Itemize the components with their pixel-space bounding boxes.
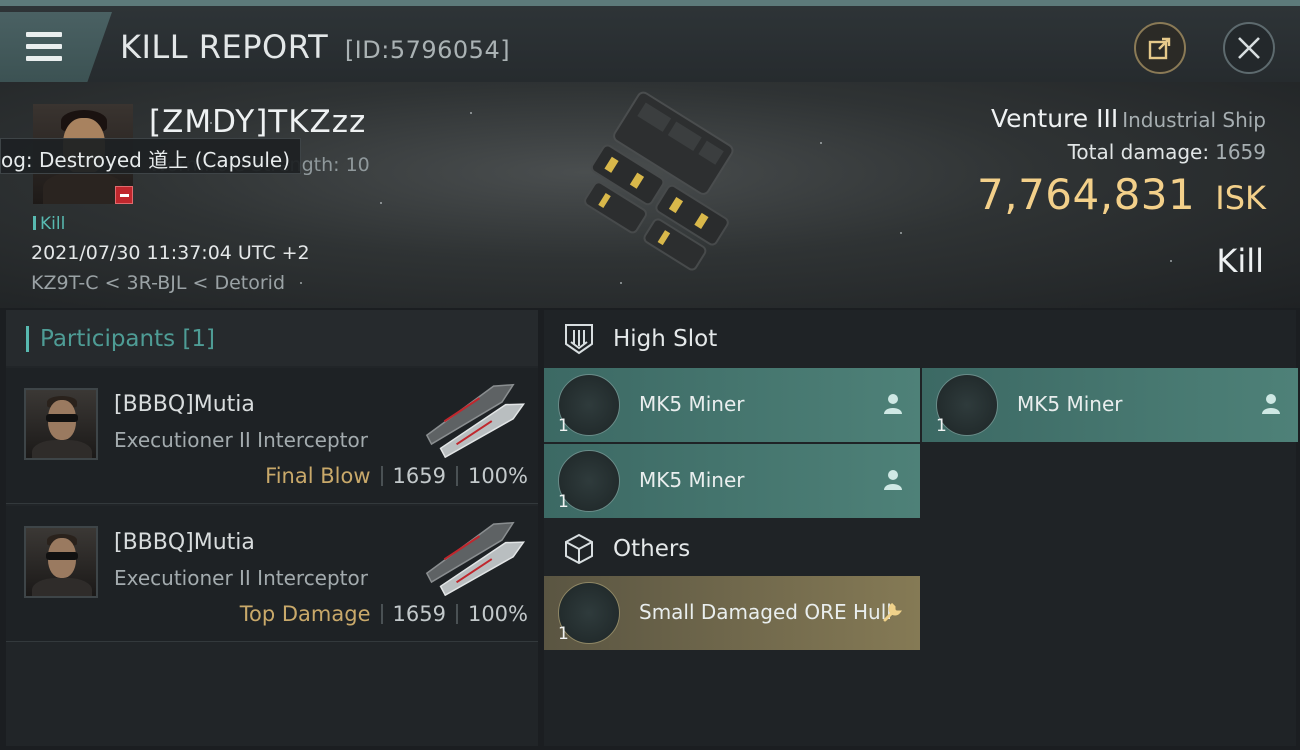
item-name: MK5 Miner: [639, 392, 745, 416]
participant-ship: Executioner II Interceptor: [114, 428, 368, 452]
item-quantity: 1: [558, 492, 569, 512]
venture-ship-image: [584, 91, 734, 271]
item-name: MK5 Miner: [1017, 392, 1123, 416]
participant-percent: 100%: [467, 602, 528, 626]
others-header: Others: [544, 520, 1296, 576]
high-slot-icon: [565, 324, 593, 355]
victim-ship-name[interactable]: Venture III Industrial Ship: [991, 104, 1266, 133]
standing-badge-icon: [115, 186, 133, 204]
participant-name[interactable]: [BBBQ]Mutia: [114, 530, 255, 555]
slot-item[interactable]: 1 MK5 Miner: [922, 368, 1298, 442]
item-quantity: 1: [558, 416, 569, 436]
close-icon: [1238, 37, 1260, 59]
header-bar: KILL REPORT [ID:5796054]: [0, 0, 1300, 82]
item-quantity: 1: [558, 624, 569, 644]
item-name: MK5 Miner: [639, 468, 745, 492]
ship-class: Industrial Ship: [1122, 108, 1266, 132]
isk-value-row: 7,764,831 ISK: [977, 170, 1266, 219]
isk-unit: ISK: [1215, 179, 1266, 217]
participant-row[interactable]: [BBBQ]Mutia Executioner II Interceptor T…: [6, 506, 538, 642]
victim-name[interactable]: [ZMDY]TKZzz: [149, 104, 366, 140]
wrench-icon: [883, 603, 903, 622]
report-id: [ID:5796054]: [344, 36, 511, 64]
total-damage-label: Total damage:: [1067, 140, 1210, 164]
result-label: Kill: [1216, 242, 1264, 280]
kill-timestamp: 2021/07/30 11:37:04 UTC +2: [31, 242, 310, 264]
hamburger-menu-icon[interactable]: [26, 32, 62, 62]
participants-header: Participants [1]: [6, 310, 538, 366]
close-button[interactable]: [1223, 22, 1275, 74]
kill-summary-hero: [ZMDY]TKZzz Wormhole Strength: 10 og: De…: [0, 82, 1300, 308]
kill-tag: Kill: [33, 214, 65, 234]
share-icon: [1148, 37, 1171, 60]
participant-portrait[interactable]: [24, 526, 98, 598]
participant-name[interactable]: [BBBQ]Mutia: [114, 392, 255, 417]
executioner-ship-image[interactable]: [416, 516, 528, 596]
person-icon: [884, 470, 902, 490]
participant-stats: Top Damage 1659 100%: [240, 602, 528, 626]
participant-ship: Executioner II Interceptor: [114, 566, 368, 590]
participant-row[interactable]: [BBBQ]Mutia Executioner II Interceptor F…: [6, 368, 538, 504]
participants-panel: Participants [1] [BBBQ]Mutia Executioner…: [6, 310, 538, 746]
tooltip: og: Destroyed 道上 (Capsule): [0, 138, 302, 174]
person-icon: [1262, 394, 1280, 414]
slot-item[interactable]: 1 Small Damaged ORE Hull: [544, 576, 920, 650]
item-name: Small Damaged ORE Hull: [639, 600, 892, 624]
participant-portrait[interactable]: [24, 388, 98, 460]
page-title: KILL REPORT [ID:5796054]: [120, 28, 510, 66]
participant-stats: Final Blow 1659 100%: [265, 464, 528, 488]
high-slot-header: High Slot: [544, 310, 1296, 366]
kill-tag-label: Kill: [40, 214, 66, 234]
others-heading: Others: [613, 536, 691, 562]
page-title-text: KILL REPORT: [120, 28, 329, 66]
isk-value: 7,764,831: [977, 170, 1196, 219]
participant-damage: 1659: [392, 464, 446, 488]
total-damage: Total damage: 1659: [1068, 140, 1266, 164]
fitting-panel: High Slot 1 MK5 Miner 1 MK5 Miner 1 MK5 …: [544, 310, 1298, 746]
participants-heading: Participants [1]: [40, 326, 215, 352]
participant-damage: 1659: [392, 602, 446, 626]
total-damage-value: 1659: [1215, 140, 1266, 164]
item-quantity: 1: [936, 416, 947, 436]
menu-button[interactable]: [0, 12, 112, 82]
person-icon: [884, 394, 902, 414]
participant-role: Final Blow: [265, 464, 371, 488]
kill-location: KZ9T-C < 3R-BJL < Detorid: [31, 272, 286, 294]
ship-name-text: Venture III: [991, 104, 1119, 133]
slot-item[interactable]: 1 MK5 Miner: [544, 444, 920, 518]
share-button[interactable]: [1134, 22, 1186, 74]
executioner-ship-image[interactable]: [416, 378, 528, 458]
participant-percent: 100%: [467, 464, 528, 488]
high-slot-heading: High Slot: [613, 326, 718, 352]
slot-item[interactable]: 1 MK5 Miner: [544, 368, 920, 442]
participant-role: Top Damage: [239, 602, 371, 626]
cube-icon: [565, 533, 593, 565]
